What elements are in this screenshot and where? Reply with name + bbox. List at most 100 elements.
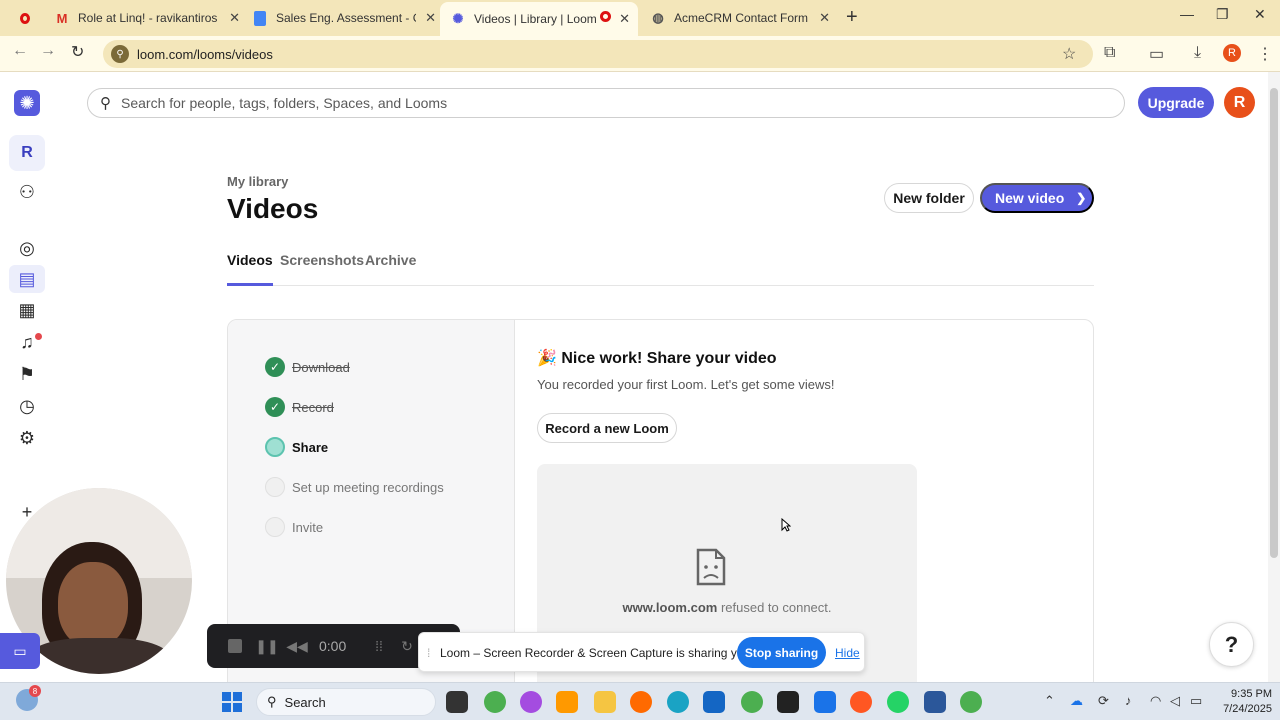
drag-handle-icon[interactable]: ⁞ — [427, 646, 430, 660]
chrome-profile-icon[interactable] — [741, 691, 763, 713]
search-icon: ⚲ — [267, 694, 277, 709]
step-label: Set up meeting recordings — [292, 479, 444, 495]
pause-icon[interactable]: ❚❚ — [255, 636, 278, 656]
word-icon[interactable] — [924, 691, 946, 713]
browser-tab-acmecrm[interactable]: ◍ AcmeCRM Contact Form ✕ — [650, 4, 830, 32]
forward-icon[interactable]: → — [40, 42, 56, 60]
cast-icon[interactable]: ▭ — [1149, 44, 1164, 64]
user-avatar[interactable]: R — [1224, 87, 1255, 118]
tab-videos[interactable]: Videos — [227, 252, 273, 286]
workspace-avatar[interactable]: R — [9, 135, 45, 171]
maximize-button[interactable]: ❐ — [1216, 6, 1229, 23]
show-hidden-icons[interactable]: ⌃ — [1044, 693, 1055, 709]
check-icon: ✓ — [265, 357, 285, 377]
close-tab-icon[interactable]: ✕ — [425, 10, 436, 26]
rewind-icon[interactable]: ◀◀ — [286, 636, 308, 656]
upgrade-button[interactable]: Upgrade — [1138, 87, 1214, 118]
edge-icon[interactable] — [667, 691, 689, 713]
frame-error-host: www.loom.com — [622, 600, 718, 615]
downloads-icon[interactable]: ⤓ — [1194, 44, 1201, 62]
page-scrollbar[interactable] — [1268, 72, 1280, 682]
settings-gear-icon[interactable]: ⚙ — [15, 426, 39, 450]
browser-tab-gmail[interactable]: M Role at Linq! - ravikantiroshini2 ✕ — [54, 4, 240, 32]
close-window-button[interactable]: ✕ — [1254, 6, 1266, 23]
file-explorer-icon[interactable] — [594, 691, 616, 713]
weather-badge: 8 — [29, 685, 41, 697]
add-member-icon[interactable]: ⚇ — [15, 180, 39, 204]
breadcrumb[interactable]: My library — [227, 174, 288, 189]
whatsapp-icon[interactable] — [887, 691, 909, 713]
microphone-icon[interactable]: ♪ — [1125, 693, 1132, 708]
calendar-icon[interactable]: ▦ — [15, 298, 39, 322]
browser-menu-icon[interactable]: ⋮ — [1257, 44, 1273, 64]
globe-icon: ◍ — [652, 10, 664, 25]
loom-logo-icon[interactable]: ✺ — [14, 90, 40, 116]
onboarding-title: 🎉 Nice work! Share your video — [537, 348, 777, 368]
taskbar-clock[interactable]: 9:35 PM 7/24/2025 — [1212, 687, 1272, 717]
browser-tab-loom[interactable]: ✺ Videos | Library | Loom ✕ — [440, 2, 638, 36]
record-new-loom-button[interactable]: Record a new Loom — [537, 413, 677, 443]
copilot-icon[interactable] — [520, 691, 542, 713]
sync-icon[interactable]: ⟳ — [1098, 693, 1109, 709]
tab-archive[interactable]: Archive — [365, 252, 416, 286]
global-search-input[interactable]: ⚲ Search for people, tags, folders, Spac… — [87, 88, 1125, 118]
help-button[interactable]: ? — [1209, 622, 1254, 667]
page-title: Videos — [227, 193, 319, 224]
new-video-button[interactable]: New video ❯ — [980, 183, 1094, 213]
site-info-icon[interactable]: ⚲ — [111, 45, 129, 63]
library-icon[interactable]: ▤ — [9, 265, 45, 293]
minimize-button[interactable]: — — [1180, 6, 1194, 22]
chrome-alt-icon[interactable] — [960, 691, 982, 713]
restart-icon[interactable]: ↻ — [397, 636, 417, 656]
profile-icon[interactable]: ◎ — [15, 236, 39, 260]
task-view-icon[interactable] — [446, 691, 468, 713]
extensions-icon[interactable]: ⧉ — [1104, 44, 1115, 62]
wifi-icon[interactable]: ◠ — [1150, 693, 1161, 709]
scrollbar-thumb[interactable] — [1270, 88, 1278, 558]
drawing-tools-icon[interactable]: ⁞⁞ — [369, 636, 389, 656]
new-video-label: New video — [995, 190, 1065, 206]
onboarding-title-text: Nice work! Share your video — [561, 350, 777, 367]
volume-icon[interactable]: ◁ — [1170, 693, 1180, 709]
reload-icon[interactable]: ↻ — [71, 42, 84, 62]
url-bar[interactable]: ⚲ loom.com/looms/videos — [103, 40, 1093, 68]
close-tab-icon[interactable]: ✕ — [819, 10, 830, 26]
record-indicator-icon — [20, 4, 30, 32]
new-folder-button[interactable]: New folder — [884, 183, 974, 213]
close-tab-icon[interactable]: ✕ — [229, 10, 240, 26]
tab-title: Role at Linq! - ravikantiroshini2 — [78, 11, 218, 25]
history-clock-icon[interactable]: ◷ — [15, 394, 39, 418]
store-icon[interactable] — [703, 691, 725, 713]
vscode-icon[interactable] — [814, 691, 836, 713]
browser-profile-avatar[interactable]: R — [1223, 44, 1241, 62]
chevron-down-icon: ❯ — [1076, 191, 1087, 205]
postman-icon[interactable] — [850, 691, 872, 713]
taskbar-search[interactable]: ⚲ Search — [256, 688, 436, 716]
hide-link[interactable]: Hide — [835, 646, 860, 660]
new-tab-button[interactable]: + — [846, 6, 858, 29]
bookmark-star-icon[interactable]: ☆ — [1062, 44, 1076, 64]
stop-recording-button[interactable] — [225, 636, 245, 656]
step-share[interactable]: Share — [265, 437, 328, 457]
terminal-icon[interactable] — [777, 691, 799, 713]
battery-icon[interactable]: ▭ — [1190, 693, 1202, 709]
stop-sharing-button[interactable]: Stop sharing — [737, 637, 826, 668]
step-meeting-recordings[interactable]: Set up meeting recordings — [265, 477, 444, 497]
windows-start-icon[interactable] — [222, 692, 242, 712]
chrome-app-icon[interactable] — [484, 691, 506, 713]
frame-error-text: refused to connect. — [717, 600, 832, 615]
camera-toggle-icon[interactable]: ▭ — [0, 633, 40, 669]
bookmark-icon[interactable]: ⚑ — [15, 362, 39, 386]
party-popper-icon: 🎉 — [537, 350, 557, 367]
browser-tab-docs[interactable]: Sales Eng. Assessment - Google ✕ — [252, 4, 436, 32]
back-icon[interactable]: ← — [12, 42, 28, 60]
onedrive-icon[interactable]: ☁ — [1070, 693, 1083, 709]
tab-screenshots[interactable]: Screenshots — [280, 252, 364, 286]
amazon-icon[interactable] — [556, 691, 578, 713]
close-tab-icon[interactable]: ✕ — [619, 11, 630, 27]
step-download[interactable]: ✓ Download — [265, 357, 350, 377]
current-step-icon — [265, 437, 285, 457]
step-invite[interactable]: Invite — [265, 517, 323, 537]
firefox-icon[interactable] — [630, 691, 652, 713]
step-record[interactable]: ✓ Record — [265, 397, 334, 417]
